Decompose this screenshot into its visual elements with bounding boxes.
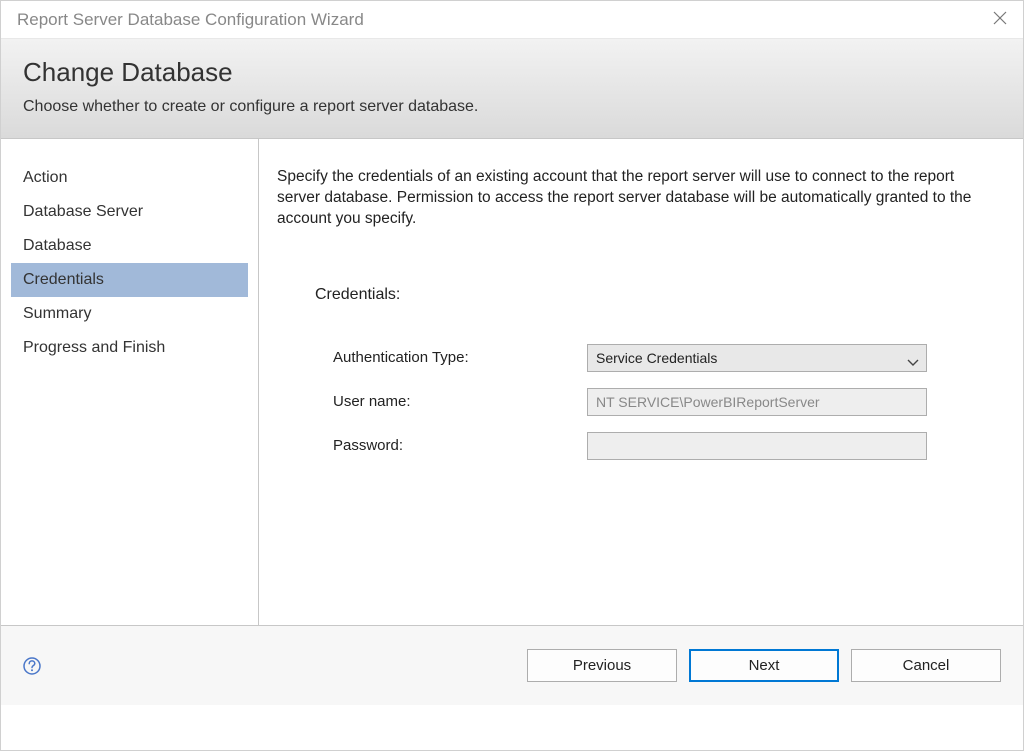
sidebar-item-label: Credentials (23, 271, 104, 288)
content-description: Specify the credentials of an existing a… (277, 167, 995, 230)
sidebar-item-database-server[interactable]: Database Server (11, 195, 248, 229)
password-field[interactable] (587, 432, 927, 460)
cancel-button[interactable]: Cancel (851, 649, 1001, 682)
sidebar-item-label: Database Server (23, 203, 143, 220)
footer: Previous Next Cancel (1, 625, 1023, 705)
username-row: User name: (277, 388, 995, 416)
password-label: Password: (277, 437, 587, 454)
sidebar-item-label: Progress and Finish (23, 339, 165, 356)
sidebar-item-label: Summary (23, 305, 91, 322)
sidebar-item-action[interactable]: Action (11, 161, 248, 195)
password-row: Password: (277, 432, 995, 460)
credentials-section-label: Credentials: (315, 286, 995, 304)
auth-type-label: Authentication Type: (277, 349, 587, 366)
sidebar-item-progress-finish[interactable]: Progress and Finish (11, 331, 248, 365)
header-band: Change Database Choose whether to create… (1, 39, 1023, 139)
username-label: User name: (277, 393, 587, 410)
auth-type-row: Authentication Type: Service Credentials (277, 344, 995, 372)
sidebar-item-summary[interactable]: Summary (11, 297, 248, 331)
previous-button[interactable]: Previous (527, 649, 677, 682)
username-field[interactable] (587, 388, 927, 416)
next-button[interactable]: Next (689, 649, 839, 682)
content-panel: Specify the credentials of an existing a… (259, 139, 1023, 625)
titlebar: Report Server Database Configuration Wiz… (1, 1, 1023, 39)
close-icon[interactable] (993, 8, 1007, 31)
sidebar-item-label: Database (23, 237, 92, 254)
button-group: Previous Next Cancel (527, 649, 1001, 682)
page-title: Change Database (23, 57, 1001, 88)
help-icon[interactable] (23, 657, 41, 675)
sidebar-item-label: Action (23, 169, 67, 186)
page-subtitle: Choose whether to create or configure a … (23, 98, 1001, 116)
main-area: Action Database Server Database Credenti… (1, 139, 1023, 625)
sidebar-item-credentials[interactable]: Credentials (11, 263, 248, 297)
wizard-steps-sidebar: Action Database Server Database Credenti… (1, 139, 259, 625)
sidebar-item-database[interactable]: Database (11, 229, 248, 263)
window-title: Report Server Database Configuration Wiz… (17, 10, 364, 30)
auth-type-select[interactable]: Service Credentials (587, 344, 927, 372)
